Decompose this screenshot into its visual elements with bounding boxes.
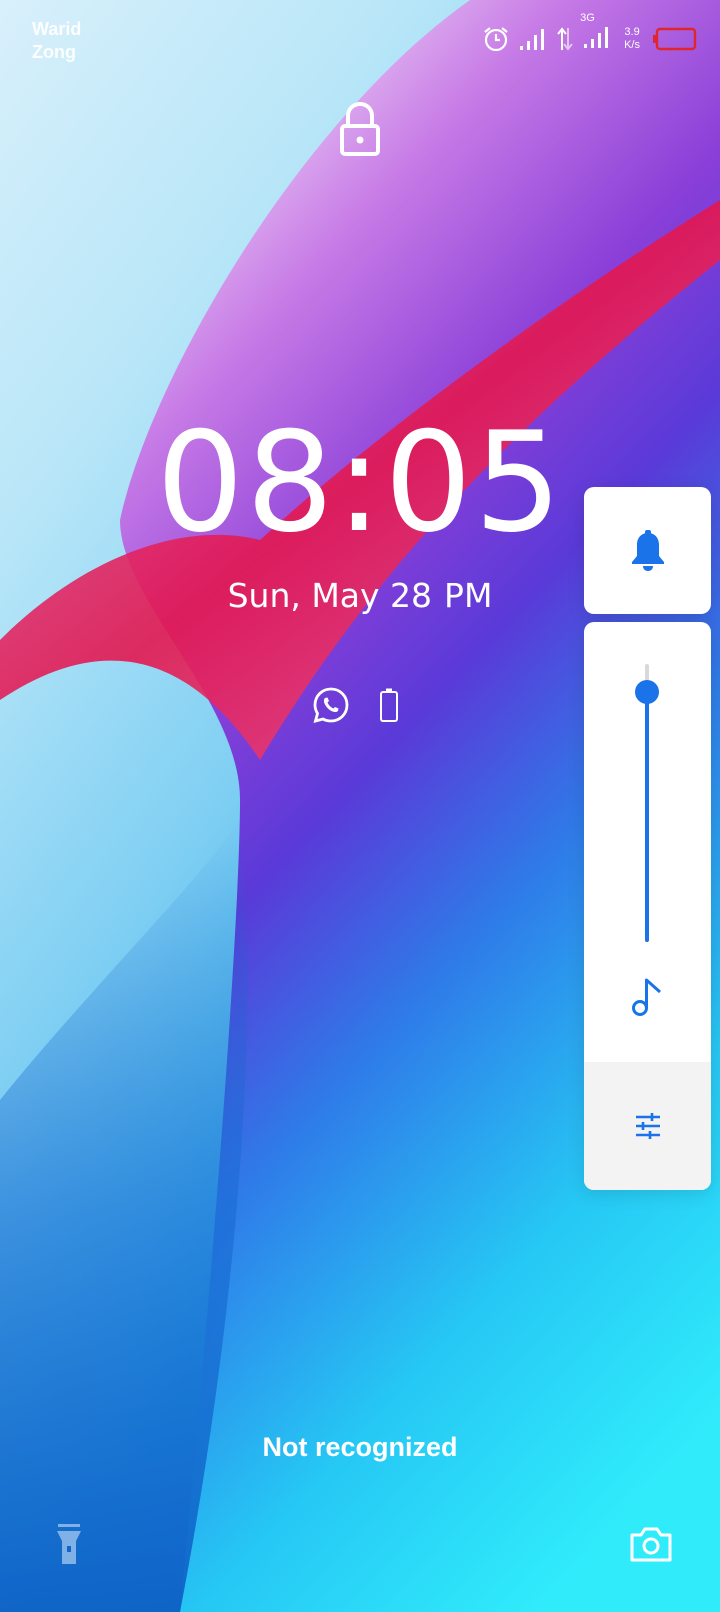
battery-icon xyxy=(653,27,697,51)
flashlight-icon[interactable] xyxy=(52,1522,86,1566)
net-speed-unit: K/s xyxy=(624,39,640,51)
alarm-icon xyxy=(484,27,508,52)
carrier-2: Zong xyxy=(32,42,76,62)
notification-icons xyxy=(312,686,400,724)
volume-settings-button[interactable] xyxy=(584,1062,711,1190)
battery-icon xyxy=(380,688,398,722)
whatsapp-icon[interactable] xyxy=(312,686,350,724)
net-speed: 3.9 K/s xyxy=(624,26,640,52)
carrier-names: Warid Zong xyxy=(32,18,81,64)
sliders-icon xyxy=(635,1113,660,1139)
signal-3g-group: 3G xyxy=(580,12,612,55)
signal-icon xyxy=(520,29,545,50)
volume-panel xyxy=(584,622,711,1190)
data-arrows-icon xyxy=(557,27,573,51)
bell-icon xyxy=(631,529,664,571)
signal-icon xyxy=(584,26,609,48)
volume-slider-thumb[interactable] xyxy=(635,680,659,704)
lock-icon xyxy=(340,101,380,156)
unlock-status-message: Not recognized xyxy=(262,1432,458,1462)
status-icons: 3G 3.9 K/s xyxy=(482,12,698,55)
volume-slider-track[interactable] xyxy=(645,664,649,942)
net-speed-value: 3.9 xyxy=(624,26,640,38)
date-text: Sun, May 28 xyxy=(227,576,433,615)
music-note-icon xyxy=(632,978,661,1016)
volume-slider-fill xyxy=(645,692,649,942)
network-type-label: 3G xyxy=(580,11,595,24)
ringer-mode-button[interactable] xyxy=(584,487,711,614)
camera-icon[interactable] xyxy=(628,1524,674,1564)
carrier-1: Warid xyxy=(32,19,82,39)
status-bar: Warid Zong 3G 3.9 K/s xyxy=(0,0,720,70)
period-text: PM xyxy=(444,576,493,615)
